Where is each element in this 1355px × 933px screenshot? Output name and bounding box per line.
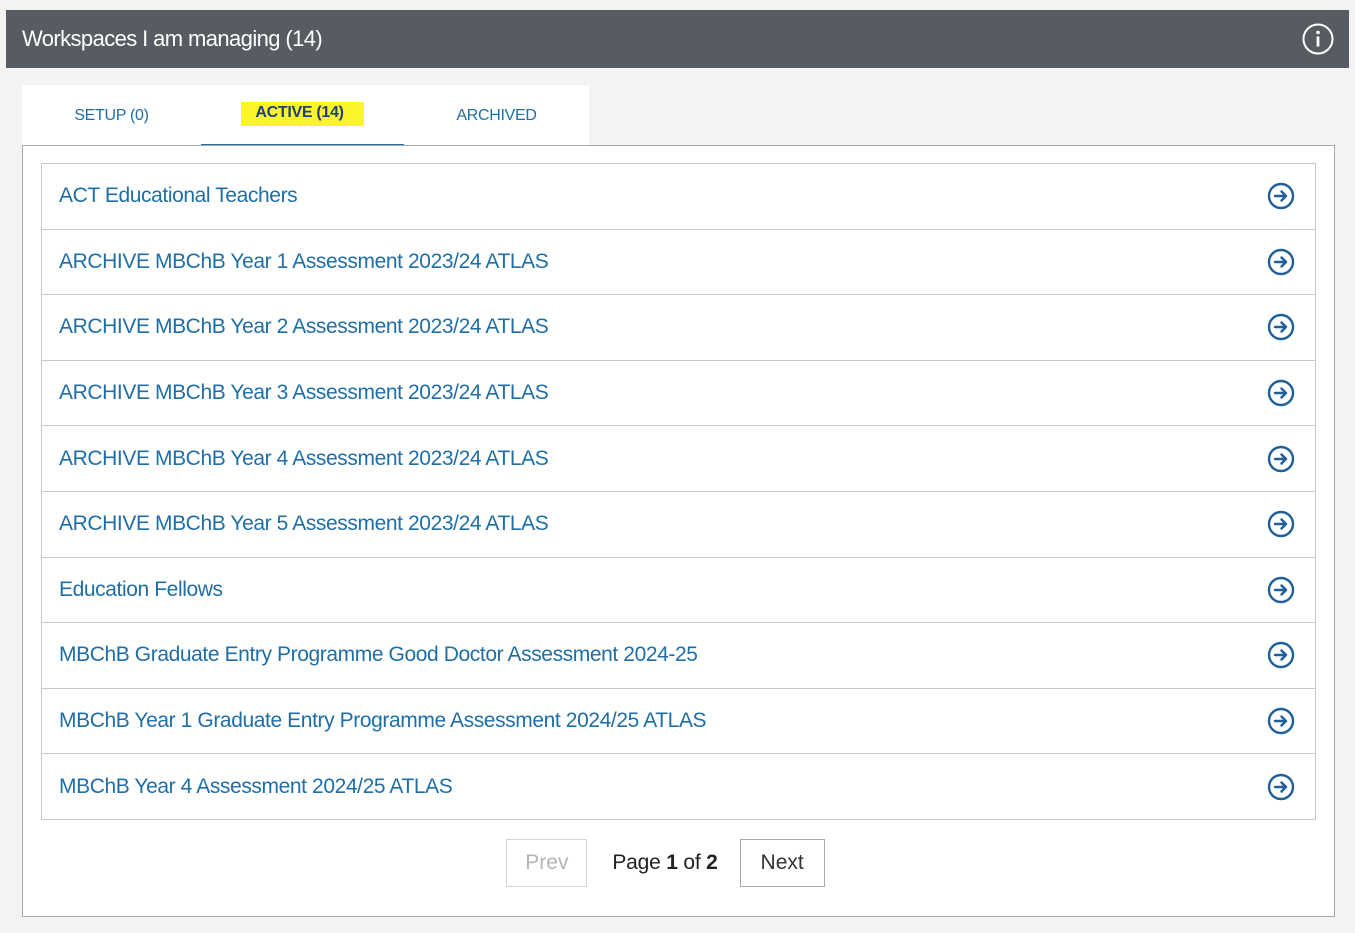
arrow-right-circle-icon[interactable] xyxy=(1265,246,1297,278)
tab-setup[interactable]: SETUP (0) xyxy=(22,85,201,146)
tab-archived[interactable]: ARCHIVED xyxy=(404,85,589,146)
prev-button[interactable]: Prev xyxy=(506,839,588,887)
workspace-link[interactable]: ARCHIVE MBChB Year 1 Assessment 2023/24 … xyxy=(59,250,549,274)
page-word: Page xyxy=(612,851,661,874)
workspace-list: ACT Educational Teachers ARCHIVE MBChB Ye… xyxy=(41,163,1316,820)
info-icon[interactable] xyxy=(1301,22,1335,56)
workspace-link[interactable]: ARCHIVE MBChB Year 4 Assessment 2023/24 … xyxy=(59,447,549,471)
arrow-right-circle-icon[interactable] xyxy=(1265,443,1297,475)
tab-archived-label: ARCHIVED xyxy=(456,106,537,124)
workspace-tabs: SETUP (0) ACTIVE (14) ARCHIVED xyxy=(22,85,589,146)
workspace-link[interactable]: Education Fellows xyxy=(59,578,223,602)
workspace-row[interactable]: ARCHIVE MBChB Year 3 Assessment 2023/24 … xyxy=(42,361,1315,427)
workspace-row[interactable]: ARCHIVE MBChB Year 1 Assessment 2023/24 … xyxy=(42,230,1315,296)
tab-content: ACT Educational Teachers ARCHIVE MBChB Ye… xyxy=(22,145,1335,917)
workspace-row[interactable]: MBChB Year 1 Graduate Entry Programme As… xyxy=(42,689,1315,755)
workspace-row[interactable]: ARCHIVE MBChB Year 4 Assessment 2023/24 … xyxy=(42,426,1315,492)
tab-active-label: ACTIVE (14) xyxy=(241,101,364,126)
arrow-right-circle-icon[interactable] xyxy=(1265,377,1297,409)
workspace-row[interactable]: ACT Educational Teachers xyxy=(42,164,1315,230)
of-word: of xyxy=(683,851,701,874)
workspace-link[interactable]: MBChB Year 4 Assessment 2024/25 ATLAS xyxy=(59,775,453,799)
panel-title: Workspaces I am managing (14) xyxy=(22,26,323,51)
workspace-link[interactable]: ARCHIVE MBChB Year 5 Assessment 2023/24 … xyxy=(59,512,549,536)
workspace-row[interactable]: MBChB Graduate Entry Programme Good Doct… xyxy=(42,623,1315,689)
tab-active[interactable]: ACTIVE (14) xyxy=(201,85,404,146)
workspace-link[interactable]: ARCHIVE MBChB Year 3 Assessment 2023/24 … xyxy=(59,381,549,405)
workspace-row[interactable]: ARCHIVE MBChB Year 5 Assessment 2023/24 … xyxy=(42,492,1315,558)
arrow-right-circle-icon[interactable] xyxy=(1265,771,1297,803)
workspace-link[interactable]: MBChB Graduate Entry Programme Good Doct… xyxy=(59,643,698,667)
workspace-row[interactable]: MBChB Year 4 Assessment 2024/25 ATLAS xyxy=(42,754,1315,820)
arrow-right-circle-icon[interactable] xyxy=(1265,508,1297,540)
workspace-row[interactable]: ARCHIVE MBChB Year 2 Assessment 2023/24 … xyxy=(42,295,1315,361)
tab-setup-label: SETUP (0) xyxy=(74,106,149,124)
workspace-link[interactable]: ACT Educational Teachers xyxy=(59,184,298,208)
pagination: Prev Page 1 of 2 Next xyxy=(23,839,1334,887)
panel-header: Workspaces I am managing (14) xyxy=(6,10,1349,68)
arrow-right-circle-icon[interactable] xyxy=(1265,180,1297,212)
current-page: 1 xyxy=(666,851,678,874)
arrow-right-circle-icon[interactable] xyxy=(1265,311,1297,343)
arrow-right-circle-icon[interactable] xyxy=(1265,705,1297,737)
workspace-link[interactable]: ARCHIVE MBChB Year 2 Assessment 2023/24 … xyxy=(59,315,549,339)
arrow-right-circle-icon[interactable] xyxy=(1265,574,1297,606)
workspace-link[interactable]: MBChB Year 1 Graduate Entry Programme As… xyxy=(59,709,707,733)
workspace-row[interactable]: Education Fellows xyxy=(42,558,1315,624)
page-indicator: Page 1 of 2 xyxy=(612,851,717,875)
total-pages: 2 xyxy=(706,851,718,874)
next-button[interactable]: Next xyxy=(739,839,825,887)
arrow-right-circle-icon[interactable] xyxy=(1265,639,1297,671)
workspaces-panel: Workspaces I am managing (14) SETUP (0) … xyxy=(6,10,1349,933)
